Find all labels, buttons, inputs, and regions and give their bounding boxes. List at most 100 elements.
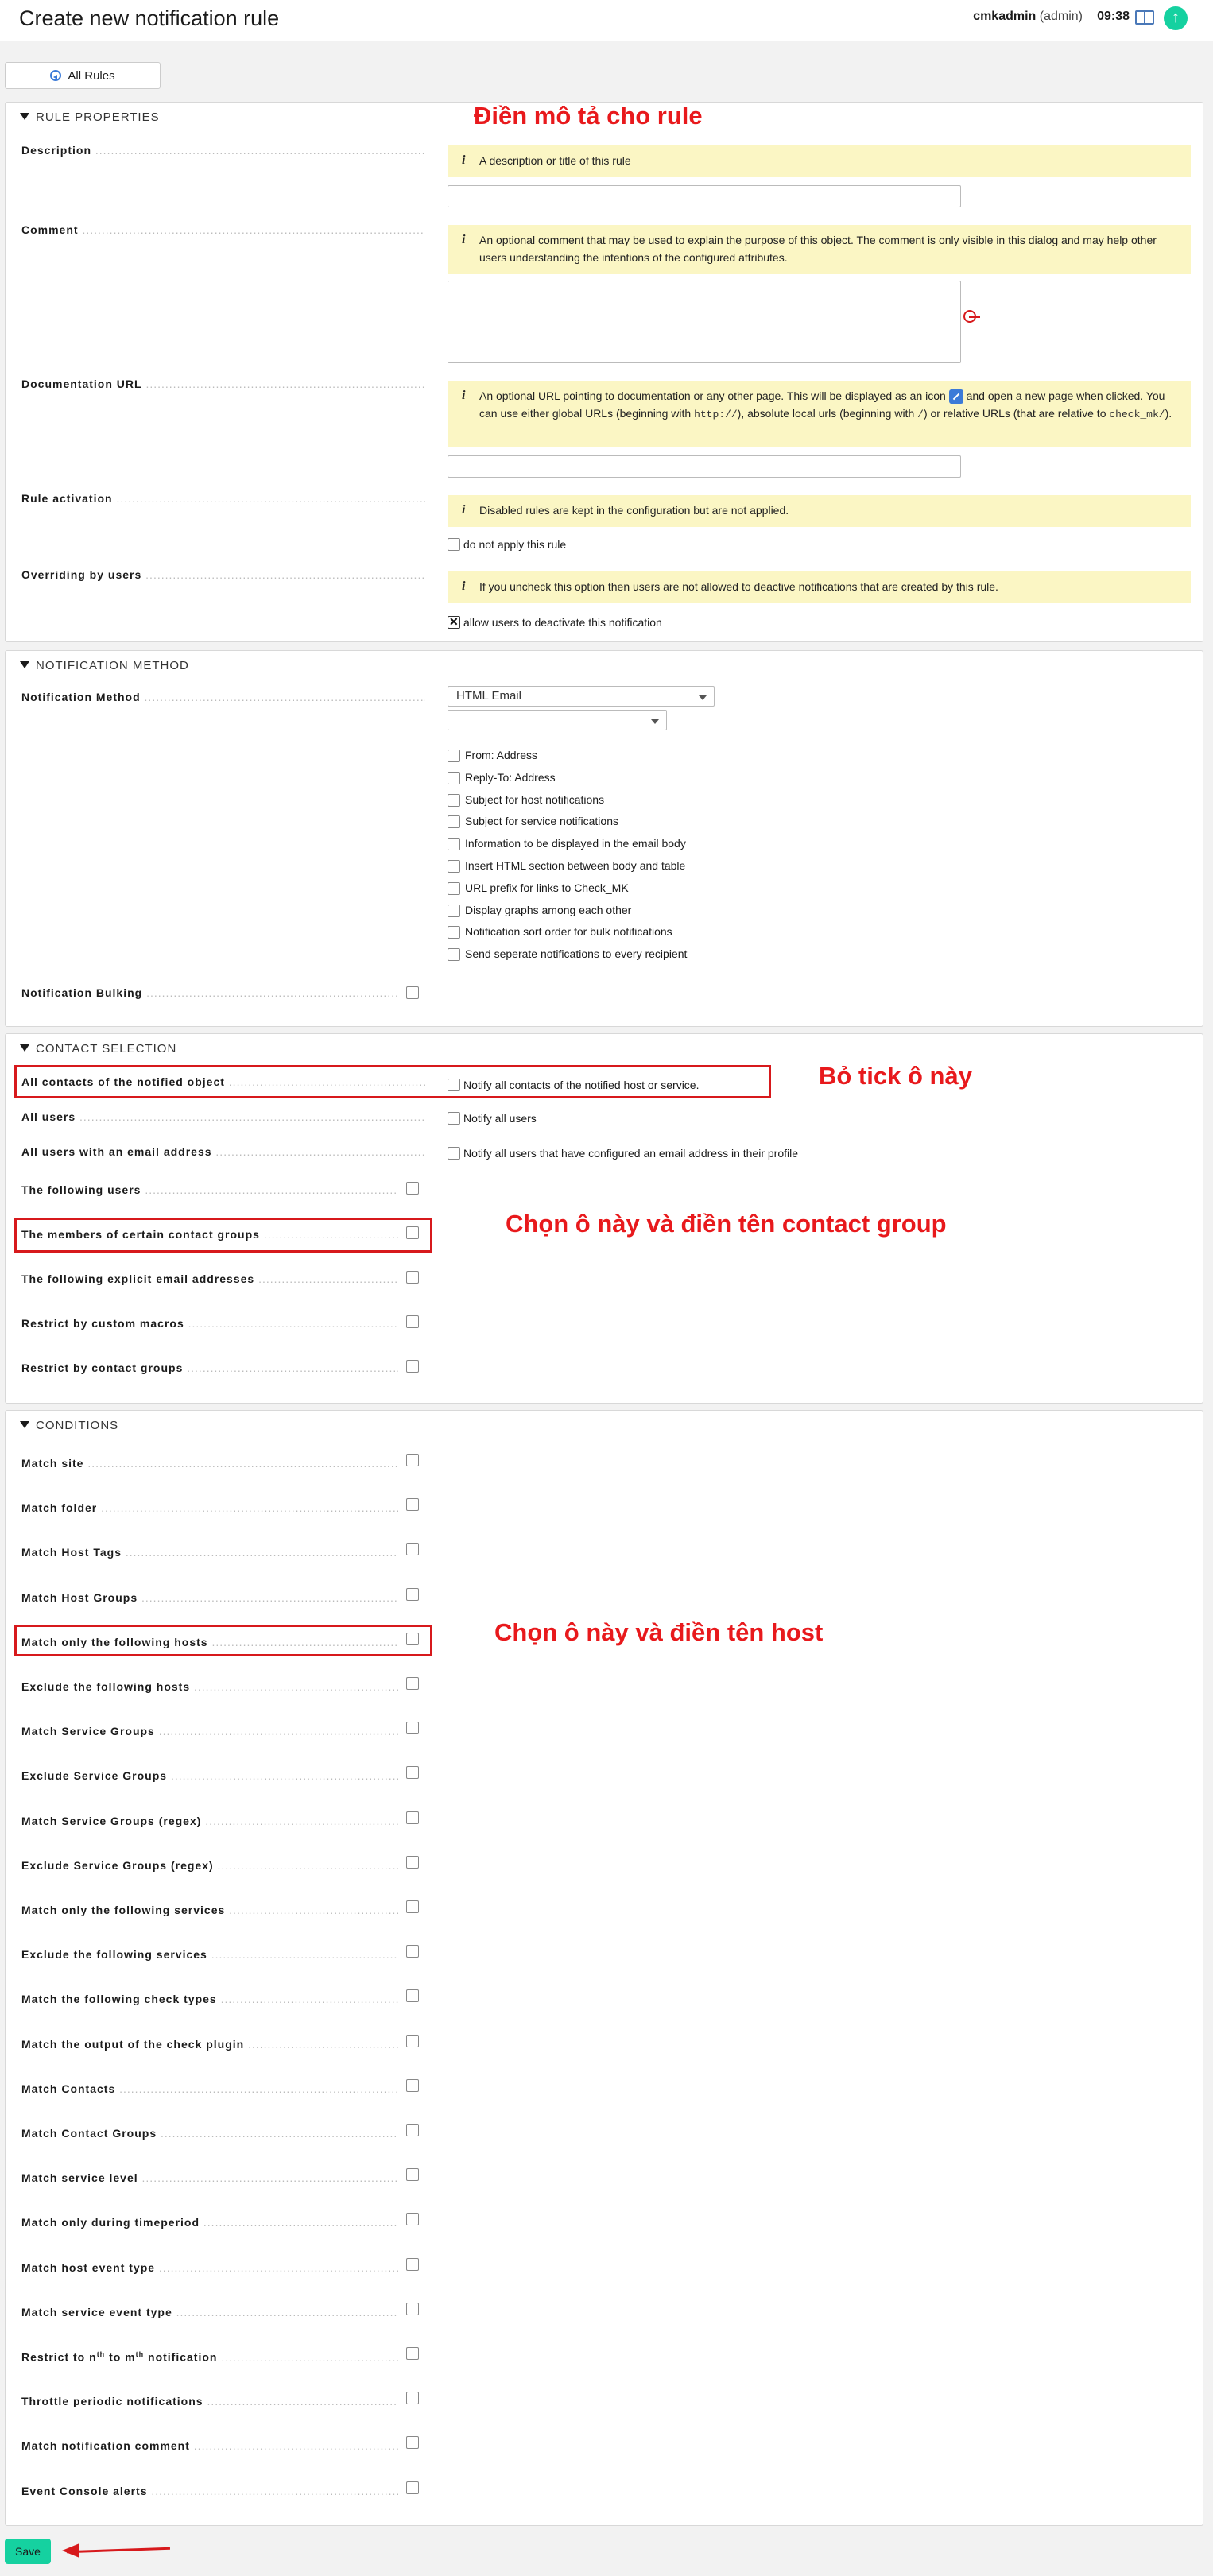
condition-row-checkbox[interactable]: [406, 1945, 419, 1958]
method-option-label: Reply-To: Address: [465, 770, 556, 784]
method-option-label: Display graphs among each other: [465, 903, 632, 916]
description-label: Description: [21, 144, 425, 157]
annotation-arrow-head: [62, 2543, 79, 2558]
condition-row-checkbox[interactable]: [406, 2347, 419, 2360]
method-option-label: URL prefix for links to Check_MK: [465, 881, 629, 894]
method-option-label: Subject for host notifications: [465, 792, 605, 806]
condition-row-checkbox[interactable]: [406, 2034, 419, 2047]
save-button[interactable]: Save: [5, 2539, 51, 2564]
method-option-label: Insert HTML section between body and tab…: [465, 859, 686, 872]
book-icon[interactable]: [1135, 10, 1154, 25]
notify-email-users-checkbox[interactable]: [448, 1147, 460, 1160]
description-input[interactable]: [448, 185, 961, 207]
condition-row-checkbox[interactable]: [406, 2392, 419, 2405]
collapse-triangle-icon[interactable]: [20, 1044, 29, 1052]
condition-row-label: Match Contacts: [21, 2082, 398, 2095]
method-option-checkbox[interactable]: [448, 793, 460, 807]
condition-row-checkbox[interactable]: [406, 2124, 419, 2136]
condition-row-checkbox[interactable]: [406, 2257, 419, 2271]
description-help: iA description or title of this rule: [448, 145, 1191, 177]
condition-row-checkbox[interactable]: [406, 1989, 419, 2003]
section-header[interactable]: CONTACT SELECTION: [20, 1042, 176, 1056]
section-header[interactable]: NOTIFICATION METHOD: [20, 659, 189, 672]
comment-textarea[interactable]: [448, 281, 961, 363]
condition-row-label: Event Console alerts: [21, 2485, 398, 2497]
method-sub-select[interactable]: [448, 710, 667, 730]
chevron-down-icon: [651, 719, 659, 724]
condition-row-checkbox[interactable]: [406, 2481, 419, 2494]
info-icon: i: [462, 579, 466, 593]
condition-row-checkbox[interactable]: [406, 2168, 419, 2182]
method-option-label: Subject for service notifications: [465, 815, 618, 828]
notify-email-users-label: Notify all users that have configured an…: [463, 1147, 798, 1160]
method-option-checkbox[interactable]: [448, 904, 460, 917]
method-option-checkbox[interactable]: [448, 926, 460, 939]
link-icon: [948, 389, 963, 405]
conditions-section: CONDITIONS Match site Match folder Match H…: [5, 1410, 1203, 2526]
user-info[interactable]: cmkadmin (admin): [973, 10, 1083, 24]
condition-row-checkbox[interactable]: [406, 1543, 419, 1556]
all-rules-button[interactable]: All Rules: [5, 62, 161, 89]
contact-row-checkbox[interactable]: [406, 1182, 419, 1195]
section-header[interactable]: CONDITIONS: [20, 1419, 118, 1432]
allow-deactivate-checkbox[interactable]: [448, 615, 460, 629]
condition-row-label: Match only during timeperiod: [21, 2216, 398, 2229]
annotation-description: Điền mô tả cho rule: [474, 102, 703, 130]
condition-row-label: Match Host Groups: [21, 1591, 398, 1604]
method-option-label: From: Address: [465, 749, 538, 761]
condition-row-checkbox[interactable]: [406, 1766, 419, 1780]
notify-all-users-checkbox[interactable]: [448, 1112, 460, 1125]
notify-all-users-label: Notify all users: [463, 1112, 537, 1125]
contact-row-checkbox[interactable]: [406, 1271, 419, 1284]
collapse-triangle-icon[interactable]: [20, 1421, 29, 1428]
collapse-triangle-icon[interactable]: [20, 113, 29, 120]
notification-bulking-checkbox[interactable]: [406, 986, 419, 999]
update-arrow-icon[interactable]: ↑: [1164, 6, 1188, 30]
contact-row-label: Restrict by custom macros: [21, 1317, 398, 1330]
condition-row-checkbox[interactable]: [406, 1900, 419, 1913]
condition-row-label: Match Host Tags: [21, 1546, 398, 1559]
condition-row-checkbox[interactable]: [406, 1454, 419, 1466]
do-not-apply-checkbox[interactable]: [448, 538, 460, 551]
top-bar: Create new notification rule cmkadmin (a…: [0, 0, 1213, 41]
method-option-checkbox[interactable]: [448, 771, 460, 784]
condition-row-checkbox[interactable]: [406, 1811, 419, 1824]
condition-row-label: Exclude Service Groups (regex): [21, 1859, 398, 1872]
condition-row-label: Match host event type: [21, 2261, 398, 2274]
method-option-checkbox[interactable]: [448, 750, 460, 762]
condition-row-checkbox[interactable]: [406, 1722, 419, 1735]
back-arrow-icon: [50, 70, 62, 81]
page-title: Create new notification rule: [19, 6, 280, 30]
do-not-apply-label: do not apply this rule: [463, 538, 567, 551]
method-option-checkbox[interactable]: [448, 881, 460, 895]
method-select[interactable]: HTML Email: [448, 686, 715, 707]
all-users-label: All users: [21, 1110, 425, 1123]
condition-row-checkbox[interactable]: [406, 2302, 419, 2315]
condition-row-checkbox[interactable]: [406, 1498, 419, 1512]
clear-icon[interactable]: [963, 310, 980, 323]
method-option-checkbox[interactable]: [448, 815, 460, 829]
condition-row-checkbox[interactable]: [406, 1587, 419, 1601]
method-option-checkbox[interactable]: [448, 948, 460, 962]
method-option-checkbox[interactable]: [448, 860, 460, 873]
method-option-label: Send seperate notifications to every rec…: [465, 947, 688, 961]
contact-row-checkbox[interactable]: [406, 1315, 419, 1328]
contact-row-label: The following users: [21, 1183, 398, 1196]
condition-row-checkbox[interactable]: [406, 2436, 419, 2450]
email-users-label: All users with an email address: [21, 1145, 425, 1158]
condition-row-checkbox[interactable]: [406, 1677, 419, 1690]
condition-row-label: Match the following check types: [21, 1993, 398, 2005]
collapse-triangle-icon[interactable]: [20, 661, 29, 668]
contact-row-label: The following explicit email addresses: [21, 1273, 398, 1285]
comment-label: Comment: [21, 223, 425, 236]
activation-help: i Disabled rules are kept in the configur…: [448, 495, 1191, 527]
method-option-checkbox[interactable]: [448, 838, 460, 851]
condition-row-checkbox[interactable]: [406, 2078, 419, 2092]
info-icon: i: [462, 389, 466, 402]
notification-bulking-label: Notification Bulking: [21, 986, 398, 999]
contact-row-checkbox[interactable]: [406, 1360, 419, 1373]
section-header[interactable]: RULE PROPERTIES: [20, 110, 160, 124]
doc-url-input[interactable]: [448, 455, 961, 478]
condition-row-checkbox[interactable]: [406, 2213, 419, 2226]
condition-row-checkbox[interactable]: [406, 1855, 419, 1869]
